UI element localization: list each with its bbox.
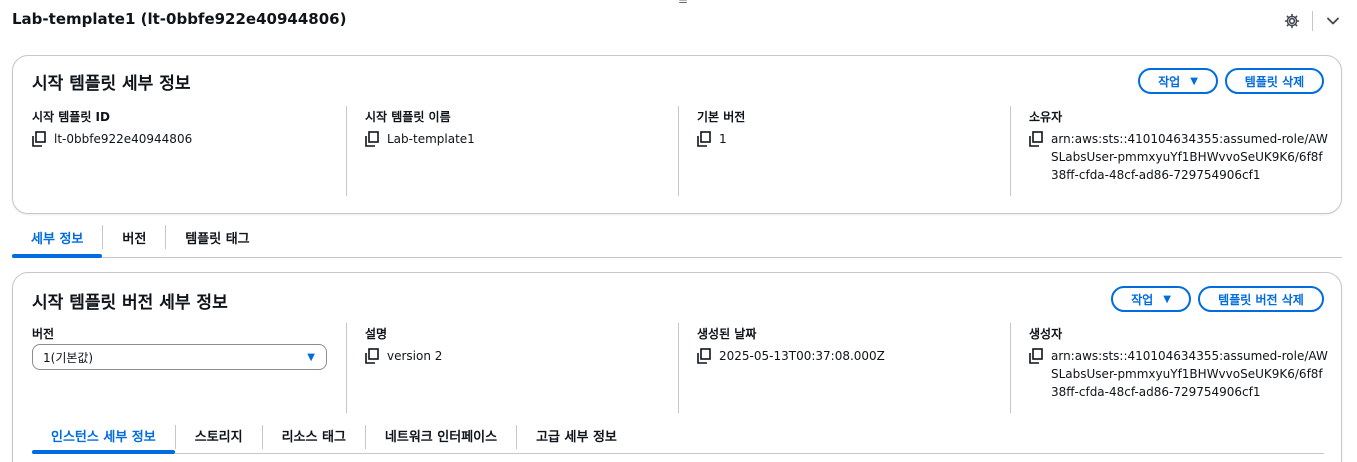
copy-icon[interactable] bbox=[697, 348, 711, 364]
field-label: 설명 bbox=[365, 327, 388, 341]
actions-label: 작업 bbox=[1158, 74, 1181, 89]
header-controls bbox=[1282, 10, 1341, 32]
copy-icon[interactable] bbox=[365, 131, 379, 147]
field-value: lt-0bbfe922e40944806 bbox=[54, 132, 193, 146]
field-value: Lab-template1 bbox=[387, 132, 475, 146]
delete-version-button[interactable]: 템플릿 버전 삭제 bbox=[1198, 286, 1324, 312]
copy-icon[interactable] bbox=[1029, 348, 1043, 364]
tab-storage[interactable]: 스토리지 bbox=[176, 420, 262, 450]
version-select[interactable]: 1(기본값) ▼ bbox=[32, 344, 327, 370]
field-template-id: 시작 템플릿 ID lt-0bbfe922e40944806 bbox=[32, 108, 332, 148]
delete-template-label: 템플릿 삭제 bbox=[1244, 74, 1305, 89]
field-label: 시작 템플릿 이름 bbox=[365, 110, 451, 124]
field-label: 기본 버전 bbox=[697, 110, 746, 124]
column-divider bbox=[678, 323, 679, 413]
field-created-date: 생성된 날짜 2025-05-13T00:37:08.000Z bbox=[697, 325, 997, 365]
field-value: 2025-05-13T00:37:08.000Z bbox=[719, 349, 885, 363]
chevron-down-icon[interactable] bbox=[1325, 13, 1341, 29]
tab-details[interactable]: 세부 정보 bbox=[12, 220, 103, 258]
field-label: 생성자 bbox=[1029, 327, 1063, 341]
field-value: arn:aws:sts::410104634355:assumed-role/A… bbox=[1051, 349, 1328, 399]
version-sub-tabs: 인스턴스 세부 정보 스토리지 리소스 태그 네트워크 인터페이스 고급 세부 … bbox=[32, 420, 1324, 454]
caret-down-icon: ▼ bbox=[307, 352, 315, 363]
field-description: 설명 version 2 bbox=[365, 325, 665, 365]
column-divider bbox=[1010, 106, 1011, 196]
copy-icon[interactable] bbox=[32, 131, 46, 147]
field-label: 시작 템플릿 ID bbox=[32, 110, 110, 124]
field-value: 1 bbox=[719, 132, 727, 146]
main-tabs: 세부 정보 버전 템플릿 태그 bbox=[12, 220, 1342, 258]
settings-gear-icon[interactable] bbox=[1282, 11, 1302, 31]
version-details-panel: 시작 템플릿 버전 세부 정보 작업 ▼ 템플릿 버전 삭제 버전 1(기본값)… bbox=[12, 272, 1342, 462]
delete-version-label: 템플릿 버전 삭제 bbox=[1218, 292, 1304, 307]
delete-template-button[interactable]: 템플릿 삭제 bbox=[1225, 68, 1324, 94]
version-actions-dropdown-button[interactable]: 작업 ▼ bbox=[1111, 286, 1191, 312]
column-divider bbox=[678, 106, 679, 196]
tab-resource-tags[interactable]: 리소스 태그 bbox=[263, 420, 365, 450]
field-value: arn:aws:sts::410104634355:assumed-role/A… bbox=[1051, 132, 1328, 182]
field-created-by: 생성자 arn:aws:sts::410104634355:assumed-ro… bbox=[1029, 325, 1329, 401]
drag-handle-icon[interactable]: = bbox=[678, 0, 688, 7]
field-owner: 소유자 arn:aws:sts::410104634355:assumed-ro… bbox=[1029, 108, 1329, 184]
tab-advanced-details[interactable]: 고급 세부 정보 bbox=[517, 420, 636, 450]
actions-dropdown-button[interactable]: 작업 ▼ bbox=[1138, 68, 1218, 94]
field-value: version 2 bbox=[387, 349, 443, 363]
tab-network-interfaces[interactable]: 네트워크 인터페이스 bbox=[366, 420, 516, 450]
actions-label: 작업 bbox=[1131, 292, 1154, 307]
field-default-version: 기본 버전 1 bbox=[697, 108, 997, 148]
field-template-name: 시작 템플릿 이름 Lab-template1 bbox=[365, 108, 665, 148]
template-details-title: 시작 템플릿 세부 정보 bbox=[32, 74, 191, 94]
tab-versions[interactable]: 버전 bbox=[103, 220, 165, 254]
column-divider bbox=[346, 323, 347, 413]
tab-template-tags[interactable]: 템플릿 태그 bbox=[166, 220, 268, 254]
page-title: Lab-template1 (lt-0bbfe922e40944806) bbox=[12, 10, 347, 28]
copy-icon[interactable] bbox=[697, 131, 711, 147]
version-details-title: 시작 템플릿 버전 세부 정보 bbox=[32, 293, 228, 313]
tab-instance-details[interactable]: 인스턴스 세부 정보 bbox=[32, 420, 175, 454]
copy-icon[interactable] bbox=[1029, 131, 1043, 147]
template-details-panel: 시작 템플릿 세부 정보 작업 ▼ 템플릿 삭제 시작 템플릿 ID lt-0b… bbox=[12, 55, 1342, 214]
field-label: 생성된 날짜 bbox=[697, 327, 757, 341]
column-divider bbox=[1010, 323, 1011, 413]
column-divider bbox=[346, 106, 347, 196]
version-select-value: 1(기본값) bbox=[43, 350, 94, 365]
caret-down-icon: ▼ bbox=[1163, 293, 1171, 305]
copy-icon[interactable] bbox=[365, 348, 379, 364]
field-label: 소유자 bbox=[1029, 110, 1063, 124]
field-label: 버전 bbox=[32, 327, 55, 341]
header-divider bbox=[1312, 11, 1313, 31]
caret-down-icon: ▼ bbox=[1190, 75, 1198, 87]
